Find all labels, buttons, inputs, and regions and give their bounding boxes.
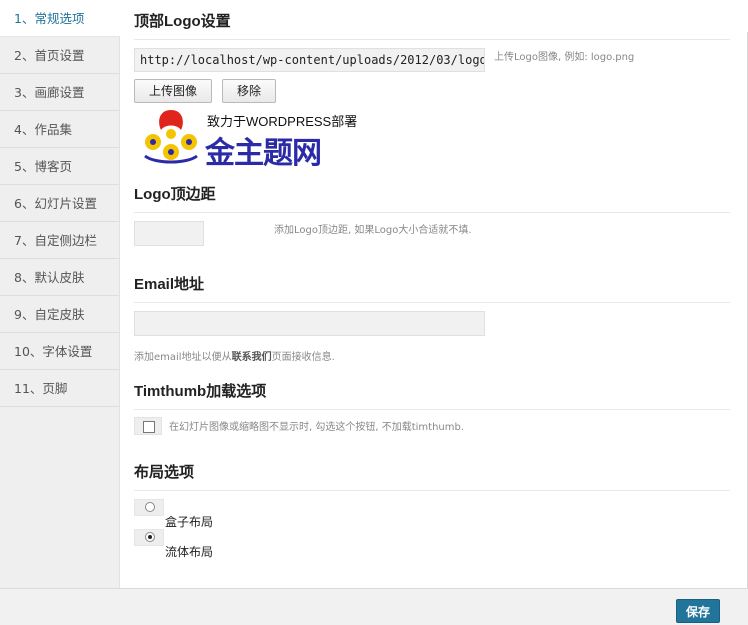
logo-url-input[interactable]: http://localhost/wp-content/uploads/2012… bbox=[134, 48, 485, 72]
sidebar-item-custom-sidebar[interactable]: 7、自定侧边栏 bbox=[0, 222, 119, 259]
sidebar-item-portfolio[interactable]: 4、作品集 bbox=[0, 111, 119, 148]
sidebar-item-custom-skin[interactable]: 9、自定皮肤 bbox=[0, 296, 119, 333]
section-title-email: Email地址 bbox=[134, 273, 730, 303]
layout-box-radio[interactable] bbox=[134, 499, 164, 516]
logo-help-text: 上传Logo图像, 例如: logo.png bbox=[494, 52, 635, 63]
remove-image-button[interactable]: 移除 bbox=[222, 79, 276, 103]
sidebar-item-general[interactable]: 1、常规选项 bbox=[0, 0, 120, 37]
sidebar-item-gallery[interactable]: 3、画廊设置 bbox=[0, 74, 119, 111]
section-title-logo-margin: Logo顶边距 bbox=[134, 183, 730, 213]
logo-margin-help-text: 添加Logo顶边距, 如果Logo大小合适就不填. bbox=[274, 225, 472, 236]
layout-fluid-label: 流体布局 bbox=[165, 545, 214, 559]
sidebar-item-default-skin[interactable]: 8、默认皮肤 bbox=[0, 259, 119, 296]
footer-bar: 保存 bbox=[0, 588, 748, 625]
sidebar-item-blog[interactable]: 5、博客页 bbox=[0, 148, 119, 185]
timthumb-checkbox[interactable] bbox=[134, 417, 162, 435]
logo-wordmark: 金主题网 bbox=[205, 137, 322, 170]
timthumb-help-text: 在幻灯片图像或缩略图不显示时, 勾选这个按钮, 不加载timthumb. bbox=[169, 422, 465, 433]
sidebar-item-footer[interactable]: 11、页脚 bbox=[0, 370, 119, 407]
upload-image-button[interactable]: 上传图像 bbox=[134, 79, 212, 103]
email-help-text: 添加email地址以便从联系我们页面接收信息. bbox=[134, 352, 335, 363]
sidebar-item-slider[interactable]: 6、幻灯片设置 bbox=[0, 185, 119, 222]
email-field[interactable] bbox=[134, 311, 485, 336]
section-title-timthumb: Timthumb加载选项 bbox=[134, 380, 730, 410]
section-title-layout: 布局选项 bbox=[134, 461, 730, 491]
logo-margin-input[interactable] bbox=[134, 221, 204, 246]
layout-fluid-radio[interactable] bbox=[134, 529, 164, 546]
settings-panel: 顶部Logo设置 http://localhost/wp-content/upl… bbox=[119, 0, 748, 588]
sidebar-item-fonts[interactable]: 10、字体设置 bbox=[0, 333, 119, 370]
sidebar-item-home[interactable]: 2、首页设置 bbox=[0, 37, 119, 74]
section-title-logo: 顶部Logo设置 bbox=[134, 10, 730, 40]
logo-emblem-icon bbox=[144, 110, 198, 164]
logo-preview: 致力于WORDPRESS部署 金主题网 bbox=[141, 108, 361, 170]
sidebar-nav: 1、常规选项 2、首页设置 3、画廊设置 4、作品集 5、博客页 6、幻灯片设置… bbox=[0, 0, 120, 588]
layout-box-label: 盒子布局 bbox=[165, 515, 214, 529]
save-button[interactable]: 保存 bbox=[676, 599, 720, 623]
